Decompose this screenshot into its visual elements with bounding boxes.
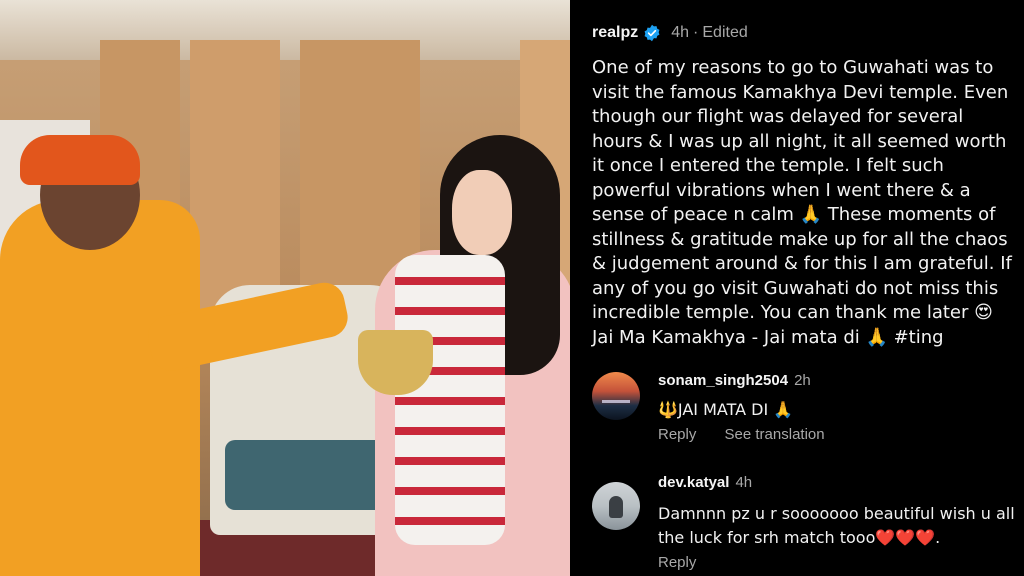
photo-temple-model	[358, 330, 433, 395]
edited-label: Edited	[702, 24, 748, 41]
photo-ceiling	[0, 0, 570, 60]
comment-username[interactable]: sonam_singh2504	[658, 372, 788, 389]
reply-button[interactable]: Reply	[658, 426, 696, 443]
photo-woman-face	[452, 170, 512, 255]
comment-username-line: sonam_singh2504 2h	[658, 372, 811, 389]
comment-username-line: dev.katyal 4h	[658, 474, 752, 491]
comment-timestamp: 4h	[735, 474, 753, 491]
photo-man-kurta	[0, 200, 200, 576]
post-username[interactable]: realpz	[592, 24, 638, 42]
avatar[interactable]	[592, 372, 640, 420]
photo-man-turban	[20, 135, 140, 185]
post-timestamp: 4h	[671, 24, 690, 41]
verified-badge-icon	[643, 24, 661, 42]
photo-woman-scarf	[395, 255, 505, 545]
comment-timestamp: 2h	[794, 372, 811, 389]
avatar[interactable]	[592, 482, 640, 530]
comment-item: sonam_singh2504 2h 🔱JAI MATA DI 🙏 Reply S…	[592, 372, 1012, 452]
comment-actions: Reply	[658, 554, 720, 571]
comment-username[interactable]: dev.katyal	[658, 474, 729, 491]
comment-actions: Reply See translation	[658, 426, 849, 443]
post-comments-panel: realpz 4h · Edited One of my reasons to …	[570, 0, 1024, 576]
comment-text: Damnnn pz u r sooooooo beautiful wish u …	[658, 504, 1015, 547]
post-header: realpz 4h · Edited	[592, 22, 748, 44]
photo-sofa-seat	[225, 440, 395, 510]
photo-wall-panel	[190, 40, 280, 320]
separator-dot: ·	[693, 24, 699, 41]
post-caption: One of my reasons to go to Guwahati was …	[592, 57, 1012, 348]
see-translation-button[interactable]: See translation	[725, 426, 825, 443]
post-photo	[0, 0, 570, 576]
reply-button[interactable]: Reply	[658, 554, 696, 571]
comment-text: 🔱JAI MATA DI 🙏	[658, 400, 794, 419]
comment-item: dev.katyal 4h Damnnn pz u r sooooooo beau…	[592, 474, 1015, 574]
